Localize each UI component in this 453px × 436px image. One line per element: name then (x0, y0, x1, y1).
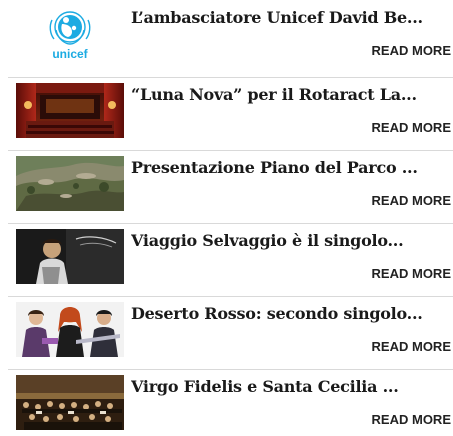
news-item: unicef L’ambasciatore Unicef David Be...… (8, 2, 453, 67)
news-thumbnail-theater[interactable] (16, 83, 124, 138)
news-title[interactable]: “Luna Nova” per il Rotaract La... (131, 85, 449, 104)
news-thumbnail-unicef[interactable]: unicef (16, 6, 124, 61)
read-more-link[interactable]: READ MORE (372, 193, 451, 208)
divider (8, 296, 453, 297)
theater-stage-photo-icon (16, 83, 124, 138)
news-thumbnail-singer[interactable] (16, 229, 124, 284)
divider (8, 77, 453, 78)
news-thumbnail-band[interactable] (16, 302, 124, 357)
news-title[interactable]: Virgo Fidelis e Santa Cecilia ... (131, 377, 449, 396)
news-item: Deserto Rosso: secondo singolo... READ M… (8, 298, 453, 363)
divider (8, 150, 453, 151)
news-item: “Luna Nova” per il Rotaract La... READ M… (8, 79, 453, 144)
read-more-link[interactable]: READ MORE (372, 412, 451, 427)
divider (8, 223, 453, 224)
news-item: Presentazione Piano del Parco ... READ M… (8, 152, 453, 217)
news-thumbnail-orchestra[interactable] (16, 375, 124, 430)
read-more-link[interactable]: READ MORE (372, 339, 451, 354)
news-title[interactable]: L’ambasciatore Unicef David Be... (131, 8, 449, 27)
divider (8, 369, 453, 370)
svg-text:unicef: unicef (52, 47, 88, 61)
rocky-landscape-photo-icon (16, 156, 124, 211)
unicef-logo-icon: unicef (16, 6, 124, 61)
band-photo-icon (16, 302, 124, 357)
news-title[interactable]: Presentazione Piano del Parco ... (131, 158, 449, 177)
news-title[interactable]: Viaggio Selvaggio è il singolo... (131, 231, 449, 250)
news-item: Viaggio Selvaggio è il singolo... READ M… (8, 225, 453, 290)
news-item: Virgo Fidelis e Santa Cecilia ... READ M… (8, 371, 453, 436)
news-title[interactable]: Deserto Rosso: secondo singolo... (131, 304, 449, 323)
singer-album-cover-photo-icon (16, 229, 124, 284)
read-more-link[interactable]: READ MORE (372, 43, 451, 58)
orchestra-concert-photo-icon (16, 375, 124, 430)
news-thumbnail-landscape[interactable] (16, 156, 124, 211)
read-more-link[interactable]: READ MORE (372, 120, 451, 135)
read-more-link[interactable]: READ MORE (372, 266, 451, 281)
